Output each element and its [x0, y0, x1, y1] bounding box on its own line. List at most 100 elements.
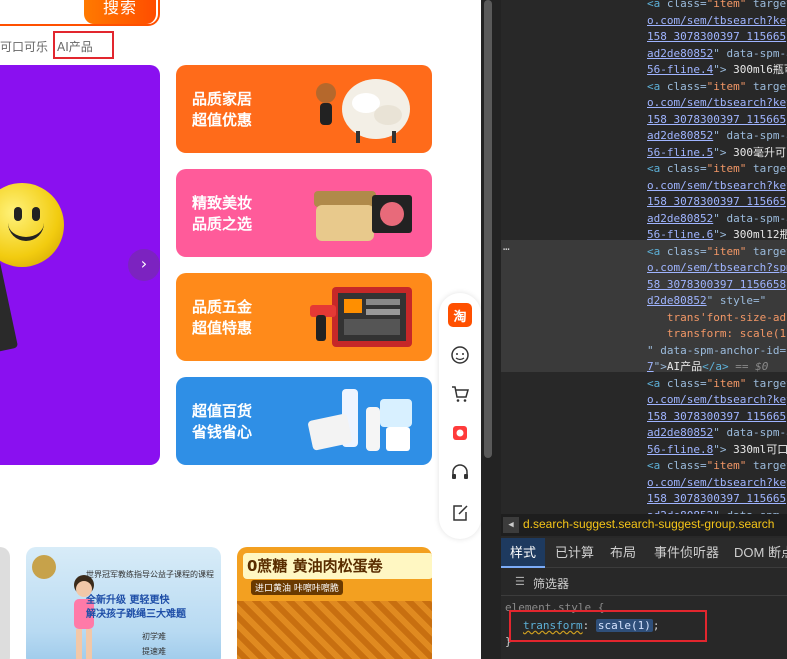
code-token: <a: [647, 0, 667, 10]
elements-tree[interactable]: … <a class="item" targeto.com/sem/tbsear…: [501, 0, 787, 522]
award-badge-icon: [32, 555, 56, 579]
code-line[interactable]: o.com/sem/tbsearch?key: [501, 178, 787, 194]
code-line[interactable]: 56-fline.5"> 300毫升可口: [501, 145, 787, 161]
product-card-jumprope[interactable]: 世界冠军教练指导公益子课程的课程 全新升级 更轻更快 解决孩子跳绳三大难题 初学…: [26, 547, 221, 659]
code-line[interactable]: 7">AI产品</a> == $0: [501, 359, 787, 375]
code-line[interactable]: transform: scale(1: [501, 326, 787, 342]
code-line[interactable]: 58 3078300397 1156658: [501, 277, 787, 293]
code-token: " data-spm-a: [713, 212, 787, 225]
taobao-icon[interactable]: 淘: [448, 303, 472, 327]
search-button[interactable]: 搜索: [84, 0, 156, 24]
code-token: 158 3078300397 115665: [647, 410, 787, 423]
code-line[interactable]: o.com/sem/tbsearch?key: [501, 95, 787, 111]
code-line-content: 56-fline.5"> 300毫升可口: [647, 145, 787, 161]
code-token: "item": [706, 162, 747, 175]
filter-input[interactable]: 筛选器: [533, 575, 569, 592]
code-line[interactable]: trans'font-size-ad: [501, 310, 787, 326]
code-token: ">: [653, 360, 667, 373]
promo-text: 品质家居 超值优惠: [192, 89, 252, 131]
code-line[interactable]: 158 3078300397 115665: [501, 491, 787, 507]
breadcrumb-left-arrow-icon[interactable]: ◀: [503, 517, 519, 533]
code-line[interactable]: ad2de80852" data-spm-a: [501, 425, 787, 441]
code-token: 56-fline.8: [647, 443, 714, 456]
code-line[interactable]: 158 3078300397 115665: [501, 112, 787, 128]
code-token: "item": [706, 245, 747, 258]
customer-service-face-icon[interactable]: [448, 343, 472, 367]
floating-sidebar: 淘: [439, 293, 481, 539]
tab-styles[interactable]: 样式: [501, 538, 546, 568]
code-line[interactable]: 158 3078300397 115665: [501, 409, 787, 425]
code-token: 56-fline.4: [647, 63, 714, 76]
promo-line2: 省钱省心: [192, 423, 253, 441]
code-line-content: o.com/sem/tbsearch?spm: [647, 260, 787, 276]
code-line-content: o.com/sem/tbsearch?key: [647, 13, 787, 29]
code-line[interactable]: o.com/sem/tbsearch?key: [501, 392, 787, 408]
page-scrollbar[interactable]: [484, 0, 492, 458]
code-line[interactable]: ad2de80852" data-spm-a: [501, 128, 787, 144]
promo-line1: 品质家居: [192, 90, 253, 108]
promo-line1: 品质五金: [192, 298, 253, 316]
tab-event-listeners[interactable]: 事件侦听器: [654, 538, 719, 568]
suggestion-item[interactable]: 可口可乐: [0, 38, 48, 55]
code-token: == $0: [728, 360, 769, 373]
promo-card-beauty[interactable]: 精致美妆 品质之选: [176, 169, 432, 257]
code-token: </a>: [702, 360, 729, 373]
tab-layout[interactable]: 布局: [610, 538, 636, 568]
code-line[interactable]: 56-fline.4"> 300ml6瓶可: [501, 62, 787, 78]
favorites-icon[interactable]: [448, 421, 472, 445]
card-title: 0蔗糖 黄油肉松蛋卷: [243, 553, 432, 579]
promo-card-home[interactable]: 品质家居 超值优惠: [176, 65, 432, 153]
breadcrumb-item[interactable]: d.search-suggest.search-suggest-group.se…: [523, 517, 774, 531]
code-token: target: [752, 245, 787, 258]
cosmetics-image: [314, 191, 412, 241]
code-line[interactable]: 56-fline.8"> 330ml可口: [501, 442, 787, 458]
code-token: ">: [713, 146, 727, 159]
code-token: o.com/sem/tbsearch?key: [647, 96, 787, 109]
code-line[interactable]: ad2de80852" data-spm-a: [501, 46, 787, 62]
code-line[interactable]: o.com/sem/tbsearch?key: [501, 13, 787, 29]
code-line[interactable]: <a class="item" target: [501, 0, 787, 12]
code-line[interactable]: <a class="item" target: [501, 79, 787, 95]
code-line-content: transform: scale(1: [647, 326, 786, 342]
code-line[interactable]: ad2de80852" data-spm-a: [501, 211, 787, 227]
code-line[interactable]: o.com/sem/tbsearch?key: [501, 475, 787, 491]
code-token: ">: [713, 443, 727, 456]
code-token: 158 3078300397 115665: [647, 30, 787, 43]
code-token: "item": [706, 0, 747, 10]
product-card-eggroll[interactable]: 0蔗糖 黄油肉松蛋卷 进口黄油 咔嚓咔嚓脆: [237, 547, 432, 659]
code-line[interactable]: 56-fline.6"> 300ml12瓶: [501, 227, 787, 243]
code-line-content: 7">AI产品</a> == $0: [647, 359, 768, 375]
code-line[interactable]: 158 3078300397 115665: [501, 29, 787, 45]
tab-dom-breakpoints[interactable]: DOM 断点: [734, 538, 787, 568]
code-line[interactable]: 158 3078300397 115665: [501, 194, 787, 210]
code-line-content: 56-fline.8"> 330ml可口: [647, 442, 787, 458]
code-line[interactable]: d2de80852" style=": [501, 293, 787, 309]
code-token: <a: [647, 377, 667, 390]
taobao-page: 搜索 可口可乐 AI产品 › 品质家居 超值优惠 精致美妆 品质之选 品质五金 …: [0, 0, 481, 659]
code-line[interactable]: <a class="item" target: [501, 244, 787, 260]
filter-icon: ☰: [515, 575, 525, 588]
code-line[interactable]: " data-spm-anchor-id=: [501, 343, 787, 359]
code-line-content: 158 3078300397 115665: [647, 112, 786, 128]
code-line[interactable]: <a class="item" target: [501, 458, 787, 474]
headset-icon[interactable]: [448, 461, 472, 485]
tab-computed[interactable]: 已计算: [555, 538, 594, 568]
code-line[interactable]: <a class="item" target: [501, 376, 787, 392]
code-line-content: <a class="item" target: [647, 244, 787, 260]
product-card-partial[interactable]: [0, 547, 10, 659]
code-line-content: o.com/sem/tbsearch?key: [647, 178, 787, 194]
cart-icon[interactable]: [448, 382, 472, 406]
code-token: 7: [647, 360, 654, 373]
promo-card-hardware[interactable]: 品质五金 超值特惠: [176, 273, 432, 361]
code-line-content: d2de80852" style=": [647, 293, 766, 309]
promo-card-goods[interactable]: 超值百货 省钱省心: [176, 377, 432, 465]
code-line[interactable]: <a class="item" target: [501, 161, 787, 177]
code-token: "item": [706, 377, 747, 390]
smiley-image: [0, 183, 64, 267]
feedback-edit-icon[interactable]: [448, 501, 472, 525]
code-token: 58 3078300397 1156658: [647, 278, 787, 291]
banner-next-button[interactable]: ›: [128, 249, 160, 281]
code-line[interactable]: o.com/sem/tbsearch?spm: [501, 260, 787, 276]
highlight-box: [53, 31, 114, 59]
chair-image: [316, 79, 410, 143]
